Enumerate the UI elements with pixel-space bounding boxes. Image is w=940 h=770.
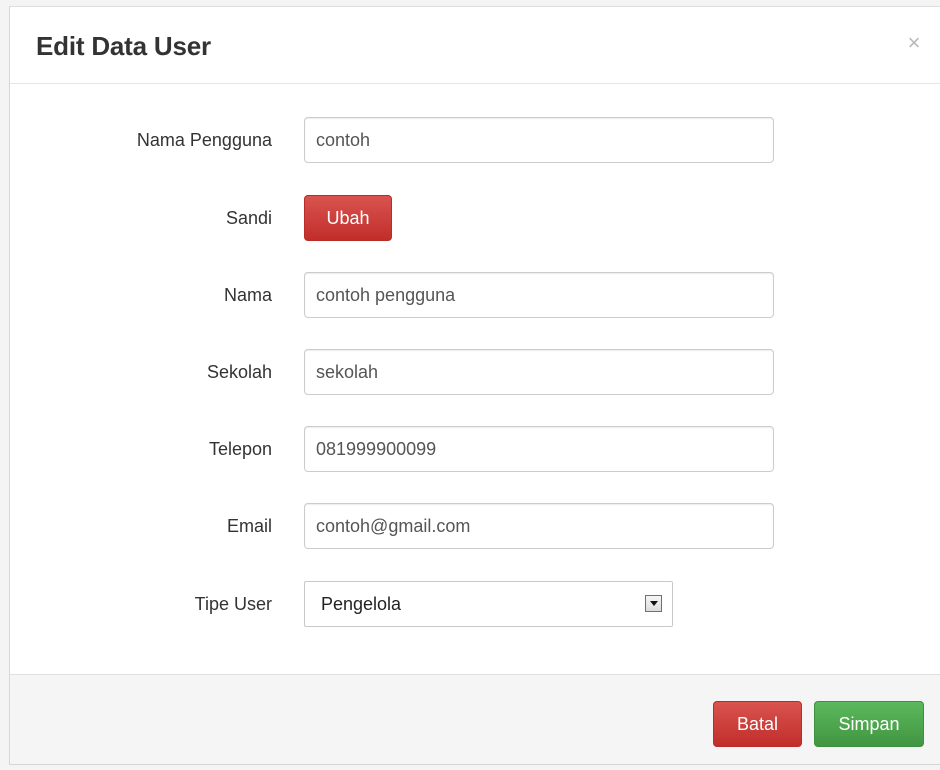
user-type-selected-value: Pengelola <box>321 594 402 614</box>
password-label: Sandi <box>225 208 272 228</box>
phone-label: Telepon <box>208 439 272 459</box>
modal-footer: Batal Simpan <box>10 674 940 764</box>
modal-title: Edit Data User <box>36 31 211 61</box>
cancel-button[interactable]: Batal <box>713 701 802 747</box>
user-type-label: Tipe User <box>194 594 272 614</box>
form-row-name: Nama <box>10 272 940 318</box>
modal-body: Nama Pengguna Sandi Ubah Nama Sekolah Te… <box>10 85 940 675</box>
username-label: Nama Pengguna <box>136 130 272 150</box>
phone-input[interactable] <box>304 426 774 472</box>
form-row-username: Nama Pengguna <box>10 117 940 163</box>
user-type-select[interactable]: Pengelola <box>304 581 673 627</box>
edit-user-modal: Edit Data User × Nama Pengguna Sandi Uba… <box>9 6 940 765</box>
name-label: Nama <box>223 285 272 305</box>
chevron-down-icon[interactable] <box>645 595 662 612</box>
username-input[interactable] <box>304 117 774 163</box>
school-input[interactable] <box>304 349 774 395</box>
change-password-button[interactable]: Ubah <box>304 195 392 241</box>
close-icon[interactable]: × <box>904 32 924 54</box>
form-row-phone: Telepon <box>10 426 940 472</box>
form-row-school: Sekolah <box>10 349 940 395</box>
form-row-email: Email <box>10 503 940 549</box>
form-row-password: Sandi Ubah <box>10 195 940 241</box>
name-input[interactable] <box>304 272 774 318</box>
email-label: Email <box>226 516 272 536</box>
modal-header: Edit Data User × <box>10 7 940 84</box>
school-label: Sekolah <box>206 362 272 382</box>
save-button[interactable]: Simpan <box>814 701 924 747</box>
email-input[interactable] <box>304 503 774 549</box>
form-row-user-type: Tipe User Pengelola <box>10 581 940 627</box>
